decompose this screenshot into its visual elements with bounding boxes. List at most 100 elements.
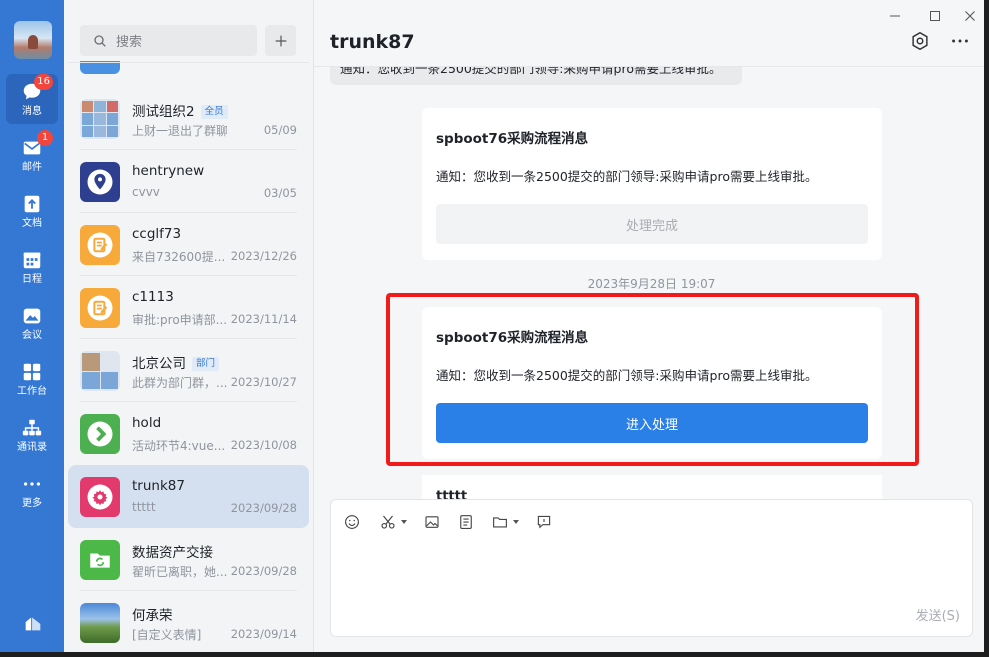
card-body: 通知：您收到一条2500提交的部门领导:采购申请pro需要上线审批。 [436, 169, 818, 184]
group-avatar [80, 99, 120, 139]
chat-title: trunk87 [330, 31, 415, 53]
chevron-right-icon [87, 421, 113, 447]
folder-sync-icon [90, 553, 110, 568]
close-icon [965, 11, 975, 21]
folder-button[interactable] [491, 512, 519, 532]
unread-badge: 16 [34, 74, 53, 90]
conversation-time: 03/05 [263, 186, 297, 200]
bot-avatar [80, 414, 120, 454]
settings-icon[interactable] [909, 30, 931, 52]
rail-label: 日程 [22, 274, 42, 285]
folder-icon [493, 517, 507, 528]
conversation-time: 05/09 [263, 123, 297, 137]
conversation-item[interactable]: hentrynew cvvv 03/05 [68, 150, 309, 213]
plus-icon [275, 35, 286, 46]
conversation-item[interactable]: 数据资产交接 翟昕已离职，她... 2023/09/28 [68, 528, 309, 591]
chevron-down-icon [513, 520, 519, 524]
conversation-preview: 来自732600提... [132, 250, 226, 264]
conversation-preview: 此群为部门群，... [132, 376, 227, 390]
approval-icon [87, 295, 113, 321]
document-button[interactable] [457, 512, 475, 532]
screenshot-button[interactable] [379, 512, 407, 532]
conversation-name-text: 测试组织2 [132, 104, 195, 120]
conversation-time: 2023/09/28 [230, 564, 297, 578]
conversation-item[interactable]: hold 活动环节4:vue... 2023/10/08 [68, 402, 309, 465]
conversation-preview: 活动环节4:vue... [132, 439, 226, 453]
conversation-preview: 翟昕已离职，她... [132, 565, 227, 579]
app-logo-icon[interactable] [22, 612, 44, 634]
conversation-preview: cvvv [132, 185, 160, 199]
group-avatar [80, 351, 120, 391]
rail-item-meeting[interactable]: 会议 [6, 298, 58, 348]
maximize-button[interactable] [926, 7, 944, 25]
rail-item-docs[interactable]: 文档 [6, 186, 58, 236]
folder-avatar [80, 540, 120, 580]
conversation-name: c1113 [132, 289, 174, 305]
app-window: 消息 16 邮件 1 文档 日程 会议 工作台 通讯录 更多 搜索 测试组织2 … [0, 0, 989, 657]
conversation-time: 2023/10/08 [230, 438, 297, 452]
image-button[interactable] [423, 512, 441, 532]
rail-item-contacts[interactable]: 通讯录 [6, 410, 58, 460]
conversation-time: 2023/09/14 [230, 627, 297, 641]
conversation-name: hold [132, 415, 162, 431]
minimize-button[interactable] [886, 7, 904, 25]
location-pin-icon [87, 169, 113, 195]
rail-item-workbench[interactable]: 工作台 [6, 354, 58, 404]
minimize-icon [890, 15, 900, 17]
create-button[interactable] [265, 25, 296, 56]
conversation-time: 2023/10/27 [230, 375, 297, 389]
conversation-preview: ttttt [132, 500, 156, 514]
search-input[interactable]: 搜索 [80, 25, 257, 56]
left-nav-rail: 消息 16 邮件 1 文档 日程 会议 工作台 通讯录 更多 [0, 0, 64, 657]
conversation-item-selected[interactable]: trunk87 ttttt 2023/09/28 [68, 465, 309, 528]
conversation-name: ccglf73 [132, 226, 182, 242]
image-icon [425, 516, 439, 528]
document-icon [460, 515, 472, 529]
chevron-down-icon [401, 520, 407, 524]
conversation-item[interactable]: 测试组织2 全员 上财一退出了群聊 05/09 [68, 87, 309, 150]
close-button[interactable] [961, 7, 979, 25]
location-avatar [80, 162, 120, 202]
tag-department: 部门 [192, 357, 220, 371]
send-button[interactable]: 发送(S) [916, 605, 960, 624]
rail-label: 邮件 [22, 162, 42, 173]
maximize-icon [930, 11, 940, 21]
previous-message-partial: 通知：您收到一条2500提交的部门领导:采购申请pro需要上线审批。 [330, 67, 742, 85]
handled-button[interactable]: 处理完成 [436, 204, 868, 244]
message-timestamp: 2023年9月28日 19:07 [587, 277, 716, 291]
conversation-item[interactable]: c1113 审批:pro申请部... 2023/11/14 [68, 276, 309, 339]
user-avatar[interactable] [14, 21, 52, 59]
gear-avatar [80, 477, 120, 517]
window-border [984, 0, 989, 657]
conversation-item[interactable]: ccglf73 来自732600提... 2023/12/26 [68, 213, 309, 276]
rail-item-more[interactable]: 更多 [6, 466, 58, 516]
more-icon [23, 482, 41, 486]
emoji-button[interactable] [343, 512, 361, 532]
conversation-preview: [自定义表情] [132, 628, 202, 642]
conversation-name: trunk87 [132, 478, 185, 494]
approval-icon [87, 232, 113, 258]
rail-label: 会议 [22, 330, 42, 341]
gear-icon [87, 484, 113, 510]
quick-reply-button[interactable] [535, 512, 553, 532]
conversation-name: 北京公司 部门 [132, 352, 220, 372]
conversation-item[interactable]: 何承荣 [自定义表情] 2023/09/14 [68, 591, 309, 654]
message-composer[interactable]: 发送(S) [330, 499, 973, 637]
contacts-icon [22, 419, 42, 436]
conversation-list-panel: 搜索 测试组织2 全员 上财一退出了群聊 05/09 hentrynew cvvv [64, 0, 314, 657]
scissors-icon [381, 515, 395, 529]
conversation-item[interactable]: 北京公司 部门 此群为部门群，... 2023/10/27 [68, 339, 309, 402]
rail-item-calendar[interactable]: 日程 [6, 242, 58, 292]
conversation-name: 测试组织2 全员 [132, 100, 228, 120]
search-icon [94, 34, 106, 47]
approval-avatar [80, 225, 120, 265]
message-card: spboot76采购流程消息 通知：您收到一条2500提交的部门领导:采购申请p… [422, 108, 882, 260]
rail-item-mail[interactable]: 邮件 1 [6, 130, 58, 180]
more-options-icon[interactable] [949, 30, 971, 52]
conversation-time: 2023/09/28 [230, 501, 297, 515]
highlight-box [386, 293, 919, 466]
emoji-icon [345, 515, 359, 529]
rail-item-messages[interactable]: 消息 16 [6, 74, 58, 124]
rail-label: 文档 [22, 218, 42, 229]
calendar-icon [23, 252, 41, 269]
